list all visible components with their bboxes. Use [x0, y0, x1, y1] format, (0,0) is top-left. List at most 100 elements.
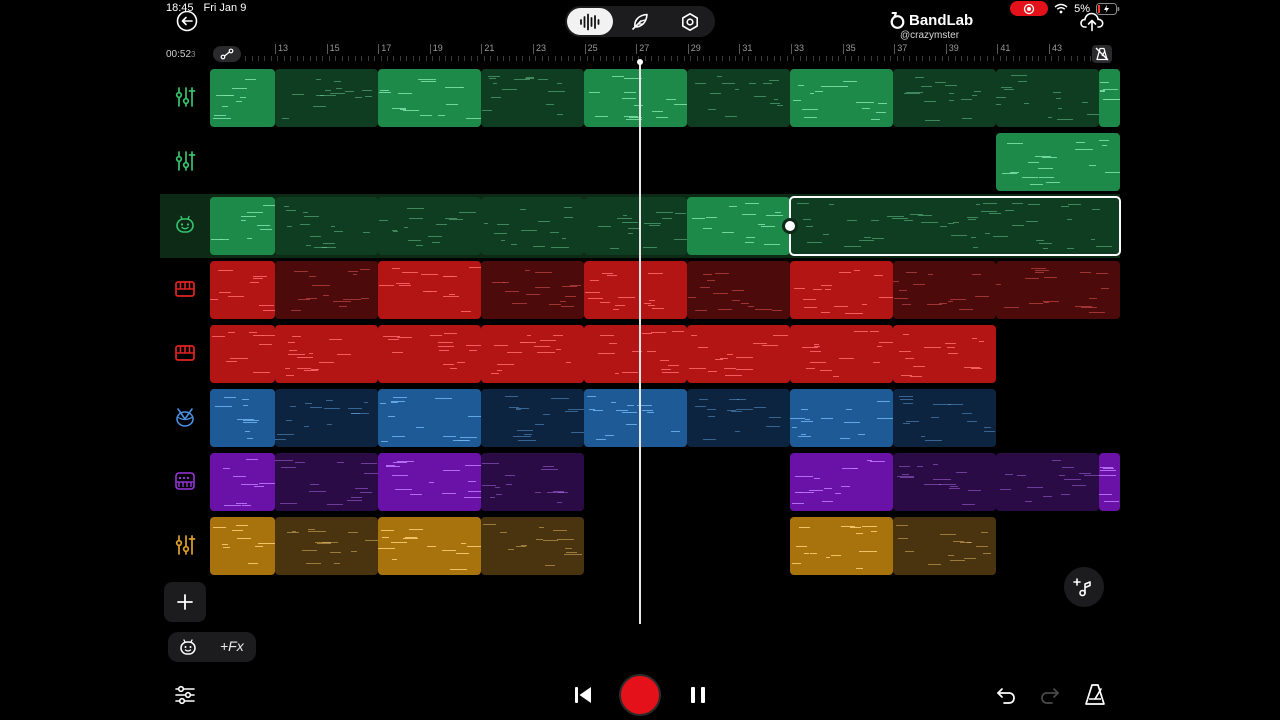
track-region[interactable]: [481, 69, 584, 127]
track-region[interactable]: [275, 69, 378, 127]
studio-mode-button[interactable]: [567, 8, 613, 35]
track-region[interactable]: [584, 325, 687, 383]
track-region[interactable]: [378, 261, 481, 319]
synth-keyboard-icon[interactable]: [174, 470, 196, 492]
pause-button[interactable]: [686, 683, 710, 707]
track-region[interactable]: [481, 261, 584, 319]
track-region[interactable]: [996, 69, 1099, 127]
track-region[interactable]: [481, 453, 584, 511]
track-region[interactable]: [210, 389, 275, 447]
fx-button[interactable]: +Fx: [220, 638, 244, 654]
track-region[interactable]: [996, 453, 1099, 511]
mixer-sliders-icon[interactable]: [174, 150, 196, 172]
track-region[interactable]: [210, 69, 275, 127]
track-region[interactable]: [275, 325, 378, 383]
midi-note: [605, 435, 614, 436]
track-region[interactable]: [687, 261, 790, 319]
metronome-button[interactable]: [1084, 683, 1106, 707]
track-region[interactable]: [687, 69, 790, 127]
track-region[interactable]: [210, 325, 275, 383]
add-track-button[interactable]: [164, 582, 206, 622]
track-region[interactable]: [996, 133, 1120, 191]
track-region[interactable]: [790, 453, 893, 511]
record-button[interactable]: [619, 674, 661, 716]
add-midi-button[interactable]: [1064, 567, 1104, 607]
ruler-tick-minor: [967, 56, 969, 61]
ruler-tick-minor: [303, 56, 305, 61]
lyrics-mode-button[interactable]: [617, 8, 663, 35]
track-region[interactable]: [687, 197, 790, 255]
track-region[interactable]: [790, 389, 893, 447]
track-region[interactable]: [275, 261, 378, 319]
track-region[interactable]: [584, 261, 687, 319]
back-button[interactable]: [176, 10, 198, 32]
voice-face-icon[interactable]: [174, 214, 196, 236]
track-region[interactable]: [210, 453, 275, 511]
track-region[interactable]: [481, 517, 584, 575]
track-region[interactable]: [481, 389, 584, 447]
mixer-sliders-icon[interactable]: [174, 534, 196, 556]
voice-face-button[interactable]: [178, 638, 198, 658]
track-region[interactable]: [210, 197, 275, 255]
track-region[interactable]: [378, 69, 481, 127]
playhead-knob[interactable]: [637, 59, 643, 65]
midi-note: [520, 342, 536, 343]
track-region[interactable]: [210, 517, 275, 575]
track-region[interactable]: [789, 196, 1121, 256]
midi-note: [949, 100, 954, 101]
track-region[interactable]: [1099, 453, 1120, 511]
track-region[interactable]: [687, 325, 790, 383]
track-region[interactable]: [893, 261, 996, 319]
playhead[interactable]: [639, 60, 641, 624]
track-region[interactable]: [210, 261, 275, 319]
track-region[interactable]: [790, 261, 893, 319]
track-region[interactable]: [790, 69, 893, 127]
midi-note: [1075, 149, 1093, 150]
track-region[interactable]: [893, 453, 996, 511]
track-region[interactable]: [378, 517, 481, 575]
track-region[interactable]: [378, 389, 481, 447]
track-region[interactable]: [378, 453, 481, 511]
redo-button[interactable]: [1039, 684, 1061, 706]
track-region[interactable]: [790, 517, 893, 575]
midi-note: [240, 97, 246, 98]
track-region[interactable]: [481, 197, 584, 255]
midi-note: [691, 335, 697, 336]
click-toggle-button[interactable]: [1092, 45, 1112, 63]
piano-keys-icon[interactable]: [174, 342, 196, 364]
midi-note: [715, 359, 723, 360]
drum-icon[interactable]: [174, 406, 196, 428]
track-region[interactable]: [275, 517, 378, 575]
midi-note: [557, 114, 563, 115]
track-region[interactable]: [790, 325, 893, 383]
track-region[interactable]: [893, 69, 996, 127]
track-region[interactable]: [275, 453, 378, 511]
track-region[interactable]: [378, 325, 481, 383]
track-region[interactable]: [584, 69, 687, 127]
track-region[interactable]: [584, 389, 687, 447]
midi-note: [326, 400, 333, 401]
track-region[interactable]: [893, 325, 996, 383]
settings-mode-button[interactable]: [667, 8, 713, 35]
undo-button[interactable]: [995, 684, 1017, 706]
track-region[interactable]: [275, 389, 378, 447]
piano-keys-icon[interactable]: [174, 278, 196, 300]
track-region[interactable]: [1099, 69, 1120, 127]
track-region[interactable]: [481, 325, 584, 383]
track-region[interactable]: [584, 197, 687, 255]
track-region[interactable]: [275, 197, 378, 255]
snap-button[interactable]: [213, 46, 241, 62]
skip-back-button[interactable]: [571, 683, 595, 707]
track-region[interactable]: [687, 389, 790, 447]
mixer-sliders-icon[interactable]: [174, 86, 196, 108]
track-region[interactable]: [893, 517, 996, 575]
region-trim-handle[interactable]: [782, 218, 798, 234]
timeline-ruler[interactable]: 13 15 17 19 21 23 25 27 29 31 33 35 37 39 41 43: [245, 42, 1095, 62]
midi-note: [442, 550, 456, 551]
track-region[interactable]: [893, 389, 996, 447]
track-region[interactable]: [996, 261, 1120, 319]
midi-note: [215, 406, 232, 407]
mixer-button[interactable]: [173, 683, 197, 707]
track-region[interactable]: [378, 197, 481, 255]
upload-button[interactable]: [1080, 10, 1104, 32]
